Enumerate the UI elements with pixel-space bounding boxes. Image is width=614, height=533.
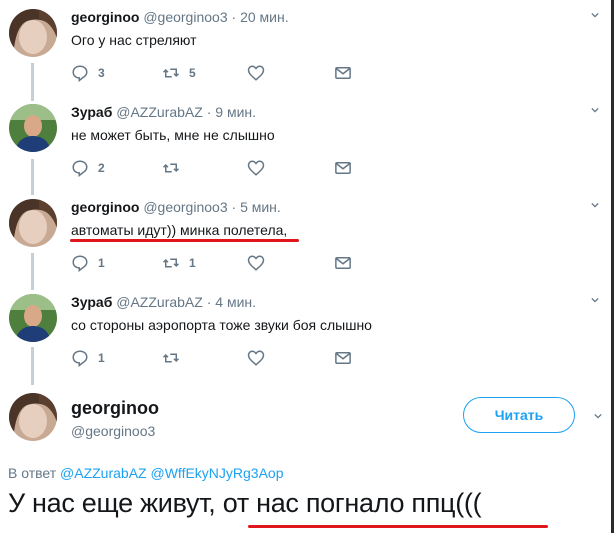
retweet-icon [162,68,180,78]
reply-icon [72,255,88,272]
reply-context: В ответ @AZZurabAZ @WffEkyNJyRg3Aop [8,465,284,481]
avatar-zurab[interactable] [9,104,57,152]
tweet-header: Зураб @AZZurabAZ · 9 мин. [71,104,256,120]
main-author-handle[interactable]: @georginoo3 [71,423,155,439]
reply-button[interactable]: 3 [71,64,105,82]
reply-button[interactable]: 1 [71,349,105,367]
like-icon [247,65,265,81]
mention-link[interactable]: @WffEkyNJyRg3Aop [151,465,284,481]
tweet-item[interactable]: Зураб @AZZurabAZ · 4 мин. со стороны аэр… [0,294,611,380]
like-button[interactable] [247,159,274,177]
main-author-name[interactable]: georginoo [71,398,159,419]
avatar-zurab[interactable] [9,294,57,342]
tweet-actions: 1 [71,349,371,369]
author-name[interactable]: Зураб [71,294,112,310]
timestamp[interactable]: 5 мин. [240,199,281,215]
retweet-button[interactable] [162,349,189,367]
reply-count: 1 [98,351,105,365]
retweet-count: 1 [189,256,196,270]
reply-count: 1 [98,256,105,270]
chevron-down-icon[interactable] [591,201,599,209]
separator-dot: · [231,199,237,215]
tweet-item[interactable]: Зураб @AZZurabAZ · 9 мин. не может быть,… [0,104,611,190]
retweet-icon [162,258,180,268]
tweet-text: со стороны аэропорта тоже звуки боя слыш… [71,317,372,333]
separator-dot: · [206,294,212,310]
chevron-down-icon[interactable] [594,412,602,420]
tweet-header: Зураб @AZZurabAZ · 4 мин. [71,294,256,310]
reply-button[interactable]: 1 [71,254,105,272]
like-icon [247,350,265,366]
mention-link[interactable]: @AZZurabAZ [60,465,147,481]
chevron-down-icon[interactable] [591,11,599,19]
tweet-actions: 1 1 [71,254,371,274]
retweet-button[interactable] [162,159,189,177]
avatar-georginoo-main[interactable] [9,393,57,441]
retweet-button[interactable]: 5 [162,64,196,82]
red-underline-annotation [70,239,299,242]
author-handle[interactable]: @georginoo3 [143,9,227,25]
tweet-text: Ого у нас стреляют [71,32,197,48]
retweet-icon [162,163,180,173]
like-icon [247,160,265,176]
message-icon [335,162,351,174]
author-name[interactable]: Зураб [71,104,112,120]
message-icon [335,352,351,364]
timestamp[interactable]: 9 мин. [215,104,256,120]
tweet-actions: 2 [71,159,371,179]
reply-icon [72,160,88,177]
author-handle[interactable]: @georginoo3 [143,199,227,215]
timestamp[interactable]: 4 мин. [215,294,256,310]
author-handle[interactable]: @AZZurabAZ [116,104,203,120]
retweet-count: 5 [189,66,196,80]
tweet-text: автоматы идут)) минка полетела, [71,222,288,238]
tweet-item[interactable]: georginoo @georginoo3 · 5 мин. автоматы … [0,199,611,285]
avatar-georginoo[interactable] [9,199,57,247]
reply-count: 3 [98,66,105,80]
separator-dot: · [206,104,212,120]
reply-icon [72,350,88,367]
tweet-text: не может быть, мне не слышно [71,127,275,143]
author-name[interactable]: georginoo [71,9,139,25]
tweet-item[interactable]: georginoo @georginoo3 · 20 мин. Ого у на… [0,9,611,95]
message-icon [335,67,351,79]
red-underline-annotation [248,525,548,528]
tweet-actions: 3 5 [71,64,371,84]
main-tweet-text: У нас еще живут, от нас погнало ппц((( [8,488,482,518]
reply-button[interactable]: 2 [71,159,105,177]
direct-message-button[interactable] [334,64,361,82]
chevron-down-icon[interactable] [591,106,599,114]
message-icon [335,257,351,269]
tweet-header: georginoo @georginoo3 · 20 мин. [71,9,289,25]
follow-button[interactable]: Читать [463,397,575,433]
separator-dot: · [231,9,237,25]
direct-message-button[interactable] [334,349,361,367]
direct-message-button[interactable] [334,254,361,272]
author-handle[interactable]: @AZZurabAZ [116,294,203,310]
reply-count: 2 [98,161,105,175]
tweet-header: georginoo @georginoo3 · 5 мин. [71,199,281,215]
direct-message-button[interactable] [334,159,361,177]
retweet-icon [162,353,180,363]
reply-prefix: В ответ [8,465,57,481]
like-button[interactable] [247,349,274,367]
reply-icon [72,65,88,82]
like-icon [247,255,265,271]
retweet-button[interactable]: 1 [162,254,196,272]
timestamp[interactable]: 20 мин. [240,9,289,25]
chevron-down-icon[interactable] [591,296,599,304]
avatar-georginoo[interactable] [9,9,57,57]
like-button[interactable] [247,254,274,272]
author-name[interactable]: georginoo [71,199,139,215]
like-button[interactable] [247,64,274,82]
